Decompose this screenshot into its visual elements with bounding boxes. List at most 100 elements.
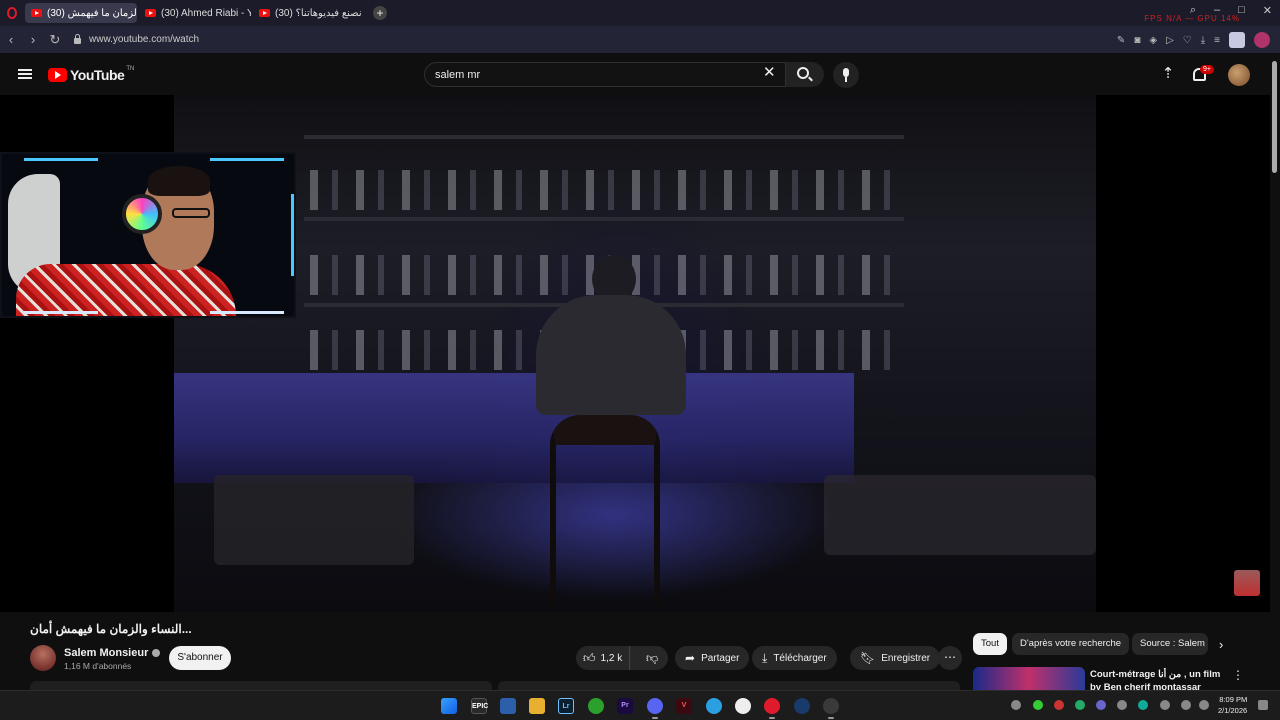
vegas-icon[interactable]: V — [676, 698, 692, 714]
profile-avatar[interactable] — [1229, 32, 1245, 48]
reload-icon[interactable]: ↻ — [44, 32, 66, 48]
youtube-logo-text: YouTube — [70, 67, 125, 83]
video-title: النساء والزمان ما فيهمش أمان... — [30, 622, 192, 636]
settings-tray-icon[interactable] — [1117, 700, 1127, 710]
save-button[interactable]: 🔖︎ Enregistrer — [850, 646, 941, 670]
lock-icon — [74, 34, 81, 44]
browser-tab-2[interactable]: (30) Ahmed Riabi - YouTube — [139, 3, 251, 23]
menu-icon[interactable]: ≡ — [1214, 35, 1220, 46]
steam-link-icon[interactable] — [735, 698, 751, 714]
forward-icon[interactable]: › — [22, 32, 44, 47]
heart-icon[interactable]: ♡ — [1183, 35, 1192, 46]
maximize-icon[interactable]: □ — [1238, 4, 1245, 17]
network-icon[interactable] — [1181, 700, 1191, 710]
tray-icon[interactable] — [1033, 700, 1043, 710]
description-box[interactable] — [30, 681, 492, 690]
bookmark-icon: 🔖︎ — [860, 651, 876, 665]
premiere-icon[interactable]: Pr — [617, 698, 633, 714]
chevron-right-icon[interactable]: › — [1219, 637, 1223, 652]
volume-icon[interactable] — [1199, 700, 1209, 710]
page-scrollbar[interactable] — [1270, 53, 1280, 690]
tray-icon[interactable] — [1138, 700, 1148, 710]
channel-watermark[interactable] — [1234, 570, 1260, 596]
lightroom-icon[interactable]: Lr — [558, 698, 574, 714]
microphone-tray-icon[interactable] — [1160, 700, 1170, 710]
comments-teaser[interactable] — [498, 681, 960, 690]
like-dislike-group: 👍︎ 1,2 k 👎︎ — [576, 646, 668, 670]
bottle-row — [310, 170, 900, 210]
thumbs-up-icon: 👍︎ — [583, 650, 596, 665]
edit-icon[interactable]: ✎ — [1117, 35, 1125, 46]
browser-tab-1[interactable]: النساء والزمان ما فيهمش (30) — [25, 3, 137, 23]
channel-avatar[interactable] — [30, 645, 56, 671]
new-tab-button[interactable]: + — [373, 6, 387, 20]
clear-search-icon[interactable]: ✕ — [763, 65, 776, 80]
windows-start-icon[interactable] — [441, 698, 457, 714]
xbox-icon[interactable] — [588, 698, 604, 714]
account-avatar[interactable] — [1228, 64, 1250, 86]
running-indicator — [652, 717, 658, 719]
epic-games-icon[interactable]: EPIC — [471, 698, 488, 714]
tray-icon[interactable] — [1096, 700, 1106, 710]
close-icon[interactable]: ✕ — [1263, 4, 1272, 17]
notification-center-icon[interactable] — [1258, 700, 1268, 710]
taskbar-clock[interactable]: 8:09 PM 2/1/2026 — [1218, 694, 1247, 716]
clock-date: 2/1/2026 — [1218, 706, 1248, 715]
shield-icon[interactable]: ◈ — [1149, 35, 1157, 46]
telegram-icon[interactable] — [706, 698, 722, 714]
share-button[interactable]: ➦ Partager — [675, 646, 750, 670]
camera-icon[interactable]: ◙ — [1134, 35, 1140, 46]
search-icon — [797, 67, 809, 79]
discord-icon[interactable] — [647, 698, 663, 714]
person-at-bar — [536, 295, 686, 415]
scrollbar-thumb[interactable] — [1272, 61, 1277, 173]
extension-icon[interactable] — [1254, 32, 1270, 48]
search-tabs-icon[interactable]: ⌕ — [1190, 4, 1196, 17]
more-actions-button[interactable]: ⋯ — [938, 646, 962, 670]
share-icon: ➦ — [685, 651, 696, 665]
upload-icon[interactable]: ⇡ — [1161, 66, 1175, 81]
back-icon[interactable]: ‹ — [0, 32, 22, 47]
tray-icon[interactable] — [1054, 700, 1064, 710]
download-icon: ⤓ — [762, 650, 768, 665]
opera-icon[interactable] — [764, 698, 780, 714]
minimize-icon[interactable]: – — [1214, 4, 1220, 17]
url-field[interactable]: www.youtube.com/watch — [74, 34, 199, 45]
browser-tab-strip: النساء والزمان ما فيهمش (30) (30) Ahmed … — [0, 0, 1280, 26]
download-button[interactable]: ⤓ Télécharger — [752, 646, 837, 670]
subscriber-count: 1,16 M d'abonnés — [64, 661, 132, 671]
opera-menu-icon[interactable] — [7, 7, 17, 19]
channel-name[interactable]: Salem Monsieur — [64, 647, 161, 659]
obs-icon[interactable] — [823, 698, 839, 714]
more-dots-icon: ⋯ — [944, 650, 956, 664]
url-text: www.youtube.com/watch — [89, 34, 200, 45]
search-button[interactable] — [786, 62, 824, 87]
video-frame — [174, 95, 1096, 612]
youtube-header: YouTube TN salem mr ✕ ⇡ 9+ — [0, 53, 1270, 95]
voice-search-mic-icon[interactable] — [833, 62, 859, 88]
youtube-logo[interactable]: YouTube TN — [48, 66, 134, 83]
streamer-hair — [148, 166, 210, 196]
browser-tab-3[interactable]: كيف نصنع فيديوهاتنا؟ (30) — [253, 3, 365, 23]
video-player[interactable] — [0, 95, 1270, 612]
like-button[interactable]: 👍︎ 1,2 k — [576, 646, 631, 670]
file-explorer-icon[interactable] — [529, 698, 545, 714]
play-icon[interactable]: ▷ — [1166, 35, 1174, 46]
chip-related-search[interactable]: D'après votre recherche — [1012, 633, 1130, 655]
files-icon[interactable] — [500, 698, 516, 714]
search-input[interactable]: salem mr — [424, 62, 786, 87]
dislike-button[interactable]: 👎︎ — [636, 651, 668, 666]
recommendation-thumbnail[interactable] — [973, 667, 1085, 690]
download-icon[interactable]: ⤓ — [1201, 35, 1205, 46]
chip-all[interactable]: Tout — [973, 633, 1007, 655]
kebab-menu-icon[interactable]: ⋮ — [1232, 668, 1244, 682]
subscribe-button[interactable]: S'abonner — [169, 646, 231, 670]
running-indicator — [828, 717, 834, 719]
tray-icon[interactable] — [1011, 700, 1021, 710]
chip-source[interactable]: Source : Salem — [1132, 633, 1208, 655]
hamburger-menu-icon[interactable] — [18, 69, 32, 79]
recommendation-title[interactable]: Court-métrage من أنا , un film by Ben ch… — [1090, 668, 1230, 690]
youtube-play-icon — [48, 68, 67, 82]
tray-icon[interactable] — [1075, 700, 1085, 710]
steam-icon[interactable] — [794, 698, 810, 714]
